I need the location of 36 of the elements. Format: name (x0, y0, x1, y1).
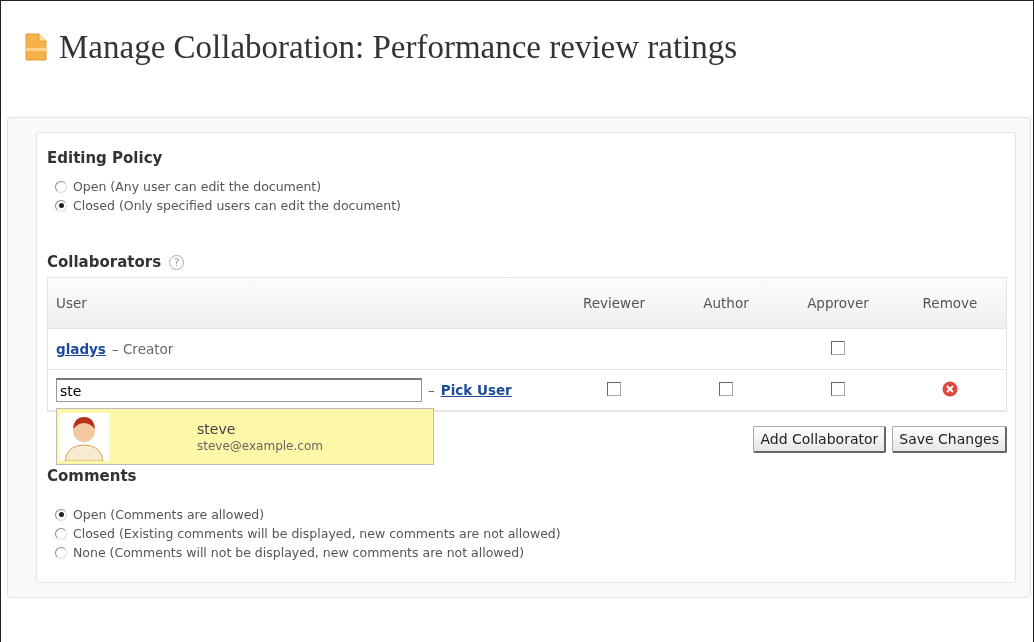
radio-button[interactable] (55, 199, 67, 212)
pick-user-link[interactable]: Pick User (440, 382, 512, 398)
separator: – (428, 382, 435, 398)
radio-button[interactable] (55, 546, 67, 559)
radio-button[interactable] (55, 527, 67, 540)
user-link[interactable]: gladys (56, 341, 106, 357)
suggestion-email: steve@example.com (197, 438, 323, 453)
remove-icon[interactable] (942, 380, 958, 397)
section-heading: Editing Policy (47, 149, 164, 167)
section-heading: Collaborators (47, 253, 162, 271)
suggestion-name: steve (197, 420, 237, 437)
radio-button[interactable] (55, 180, 67, 193)
checkbox[interactable] (831, 340, 845, 355)
column-header: Author (670, 278, 782, 329)
action-button[interactable]: Add Collaborator (753, 426, 887, 453)
column-header: Remove (894, 278, 1006, 329)
role-label: – Creator (111, 341, 174, 357)
radio-label: Open (Any user can edit the document) (73, 179, 322, 194)
radio-label: Closed (Only specified users can edit the document) (73, 198, 401, 213)
document-icon (25, 33, 47, 61)
page-title: Manage Collaboration: Performance review ratings (59, 28, 738, 66)
radio-label: None (Comments will not be displayed, new comments are not allowed) (73, 545, 525, 560)
avatar-icon (59, 412, 109, 461)
checkbox[interactable] (719, 381, 733, 396)
radio-label: Open (Comments are allowed) (73, 507, 265, 522)
radio-button[interactable] (55, 508, 67, 521)
section-heading: Comments (47, 467, 138, 485)
column-header: Reviewer (558, 278, 670, 329)
column-header: User (48, 278, 558, 329)
radio-label: Closed (Existing comments will be displayed, new comments are not allowed) (73, 526, 561, 541)
column-header: Approver (782, 278, 894, 329)
checkbox[interactable] (607, 381, 621, 396)
suggestion-item[interactable]: steve steve@example.com (56, 408, 434, 465)
action-button[interactable]: Save Changes (892, 426, 1007, 453)
user-input-field[interactable]: ste (56, 378, 422, 402)
checkbox[interactable] (831, 381, 845, 396)
